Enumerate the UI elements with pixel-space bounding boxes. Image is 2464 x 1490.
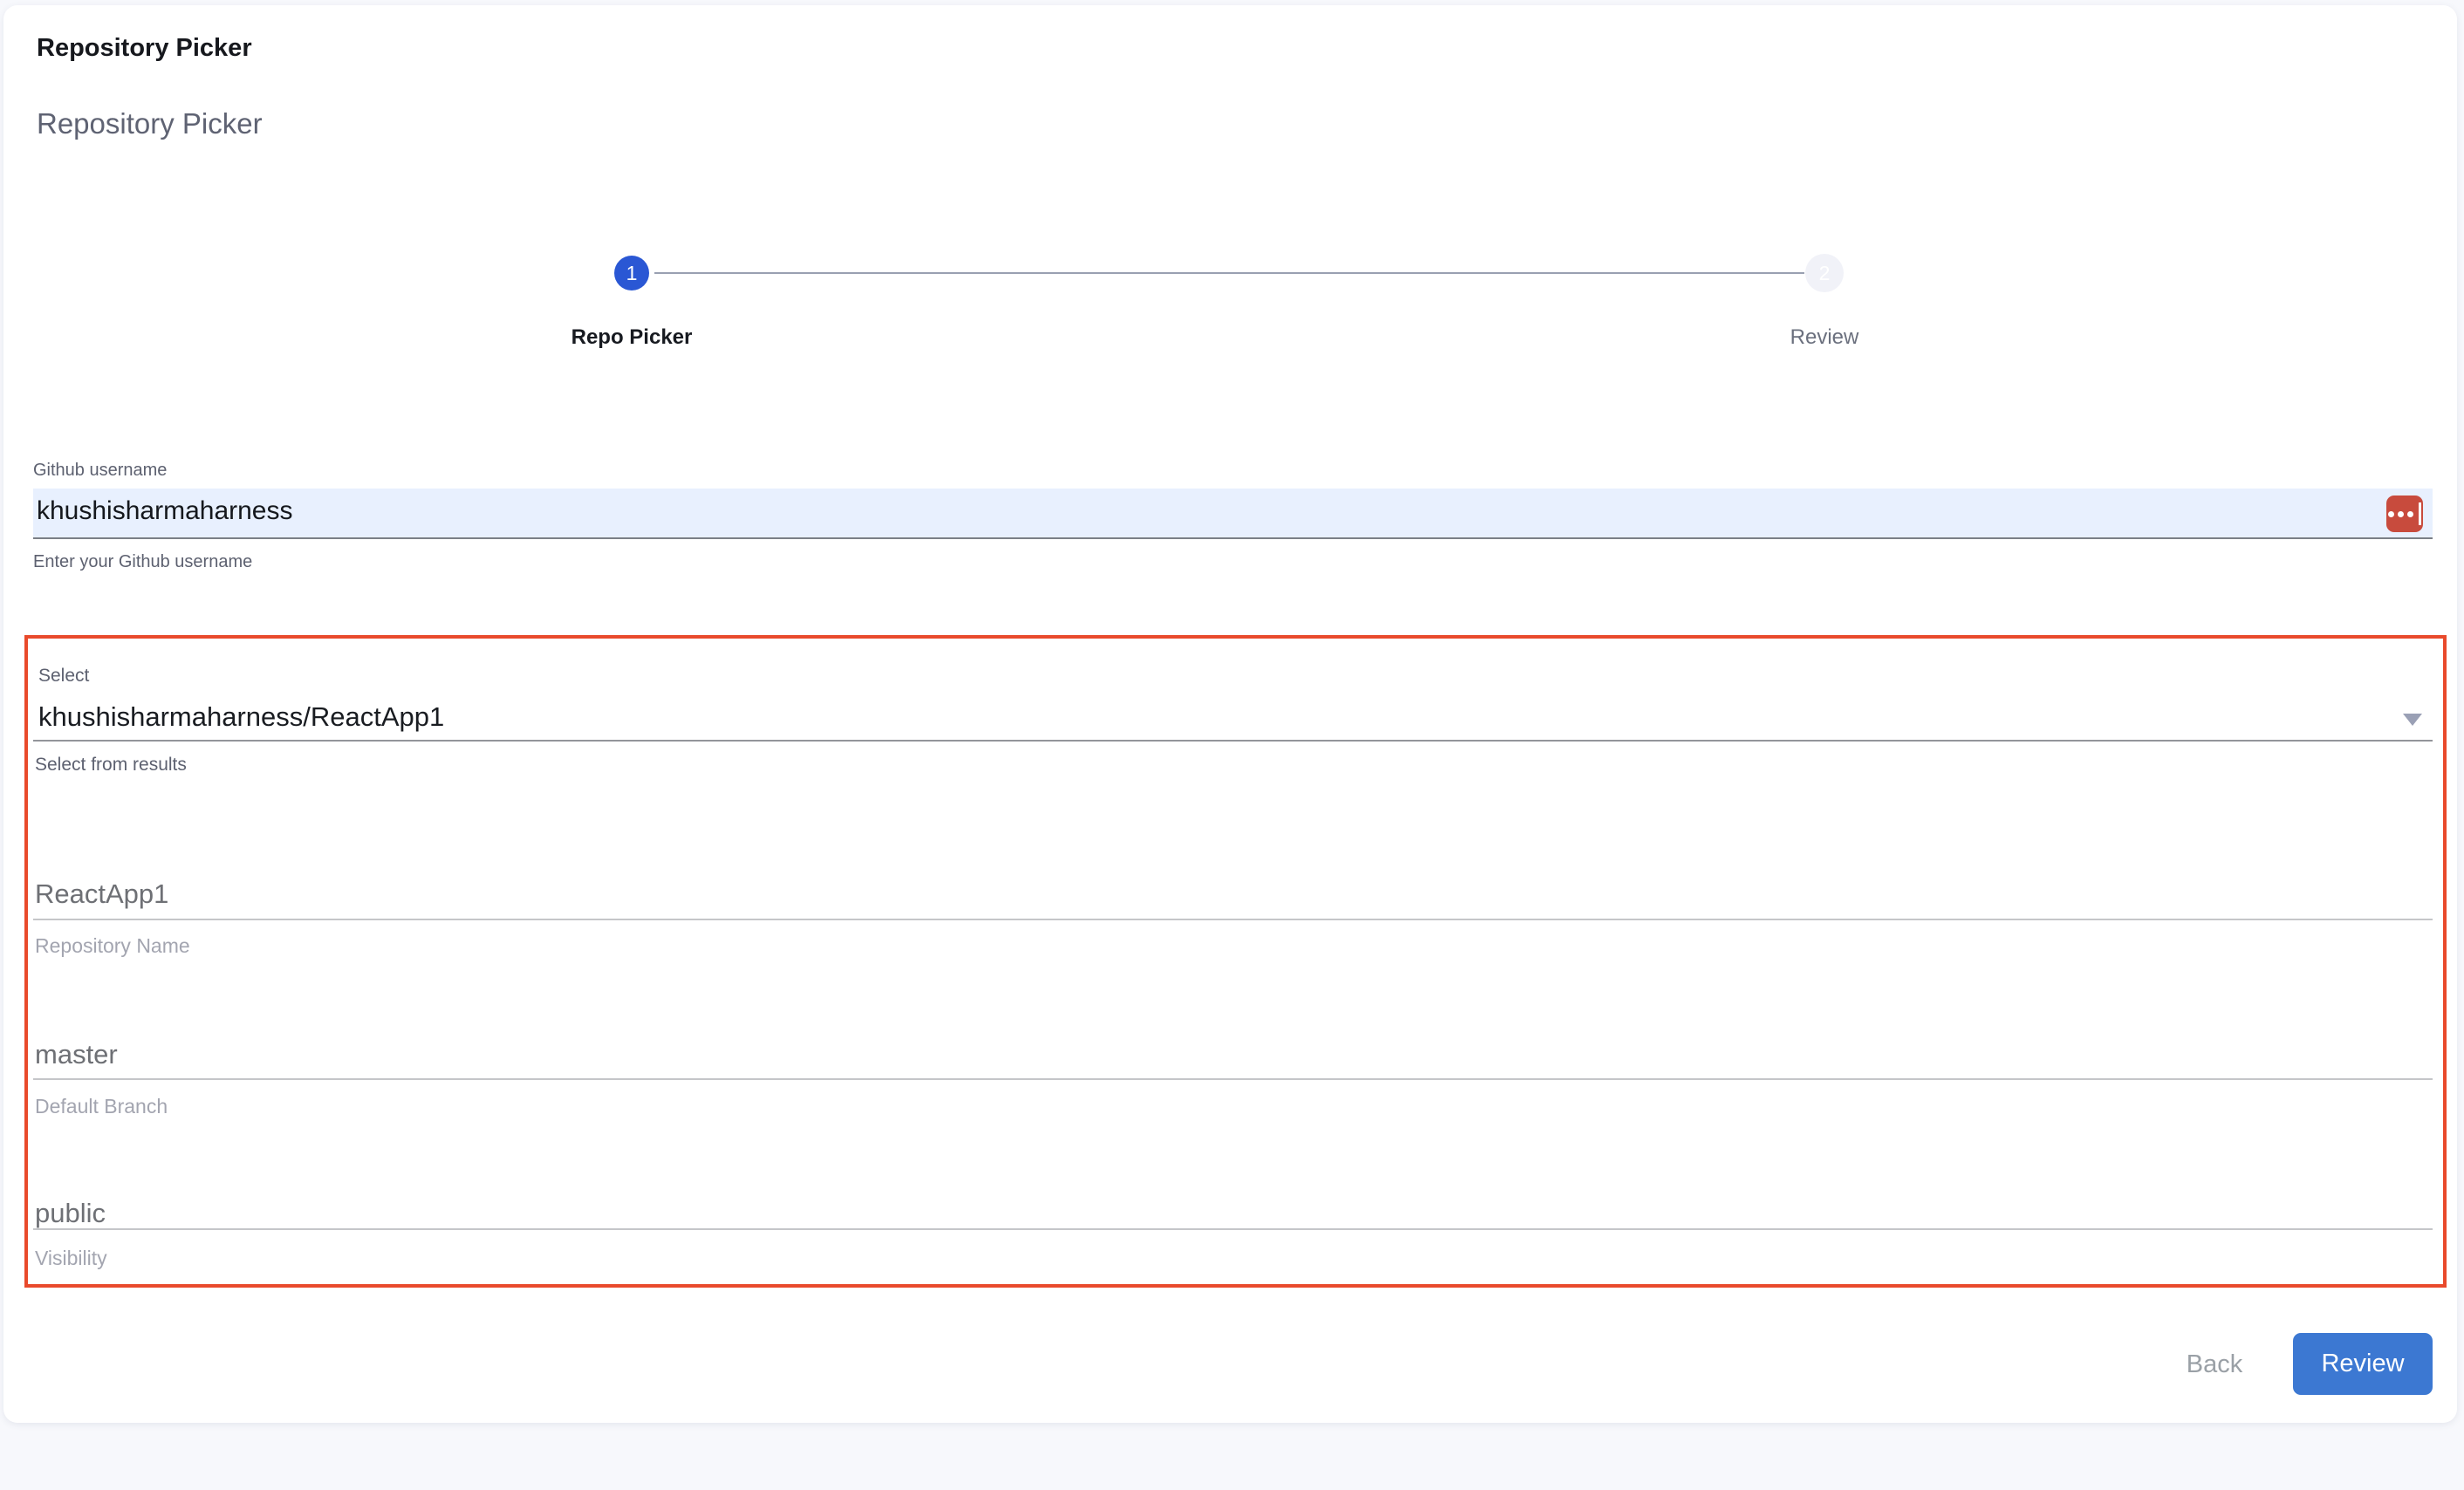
- step-2-number: 2: [1819, 262, 1831, 285]
- stepper-connector-line: [654, 272, 1804, 274]
- step-1-label: Repo Picker: [501, 325, 763, 351]
- github-username-label: Github username: [33, 460, 167, 482]
- default-branch-underline: [33, 1078, 2433, 1080]
- step-2-indicator[interactable]: 2: [1805, 254, 1844, 292]
- icon-dot: [2407, 511, 2413, 517]
- section-subtitle: Repository Picker: [37, 106, 263, 141]
- review-button[interactable]: Review: [2293, 1333, 2433, 1395]
- repository-name-label: Repository Name: [35, 933, 190, 958]
- icon-dot: [2398, 511, 2404, 517]
- icon-dot: [2388, 511, 2394, 517]
- visibility-label: Visibility: [35, 1246, 107, 1270]
- github-username-input[interactable]: [33, 489, 2433, 539]
- step-1-indicator[interactable]: 1: [614, 256, 649, 290]
- github-username-helper-text: Enter your Github username: [33, 551, 252, 573]
- repo-select-underline: [33, 740, 2433, 742]
- chevron-down-icon[interactable]: [2403, 714, 2422, 726]
- repo-select-label: Select: [38, 665, 89, 687]
- page-title: Repository Picker: [37, 31, 252, 65]
- repo-select-helper-text: Select from results: [35, 754, 187, 776]
- repository-name-value[interactable]: ReactApp1: [35, 878, 168, 911]
- icon-cursor-bar: [2419, 502, 2421, 525]
- back-button[interactable]: Back: [2136, 1338, 2293, 1391]
- repo-select-value[interactable]: khushisharmaharness/ReactApp1: [38, 701, 444, 734]
- step-2-label: Review: [1694, 325, 1955, 351]
- default-branch-value[interactable]: master: [35, 1038, 118, 1071]
- visibility-value[interactable]: public: [35, 1197, 106, 1230]
- password-manager-extension-icon[interactable]: [2386, 496, 2423, 532]
- default-branch-label: Default Branch: [35, 1094, 168, 1118]
- visibility-underline: [33, 1228, 2433, 1230]
- step-1-number: 1: [626, 262, 638, 285]
- repository-name-underline: [33, 919, 2433, 920]
- repository-picker-card: Repository Picker Repository Picker 1 2 …: [3, 5, 2457, 1423]
